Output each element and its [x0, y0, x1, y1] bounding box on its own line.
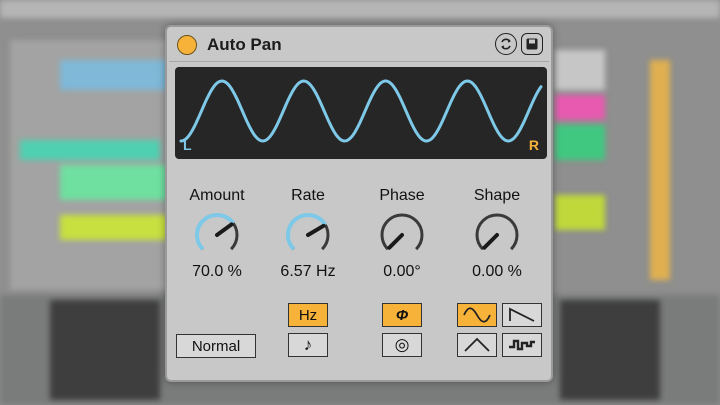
auto-pan-device: Auto Pan L R Amount 70.0 % Rate 6.57 Hz … [165, 25, 553, 382]
knob-pointer [482, 233, 499, 250]
shape-control: Shape 0.00 % [452, 187, 542, 281]
rate-label: Rate [291, 187, 325, 204]
spin-mode-button[interactable]: ◎ [382, 333, 422, 357]
device-title: Auto Pan [207, 35, 282, 54]
triangle-wave-icon [464, 337, 490, 352]
rate-hz-button[interactable]: Hz [288, 303, 328, 327]
knob-value-arc [286, 213, 327, 251]
rate-control: Rate 6.57 Hz [263, 187, 353, 281]
shape-label: Shape [473, 187, 521, 204]
sine-wave-icon [463, 307, 491, 323]
waveform-saw-button[interactable] [502, 303, 542, 327]
waveform-random-button[interactable] [502, 333, 542, 357]
knob-value-arc [195, 213, 235, 251]
save-preset-button[interactable] [521, 33, 543, 55]
knob-pointer [215, 222, 234, 237]
amount-knob[interactable] [191, 209, 243, 261]
rate-sync-button[interactable]: ♪ [288, 333, 328, 357]
mode-normal-button[interactable]: Normal [176, 334, 256, 358]
amount-value[interactable]: 70.0 % [172, 263, 262, 281]
left-channel-label: L [183, 137, 192, 153]
waveform-sine-button[interactable] [457, 303, 497, 327]
rate-knob[interactable] [282, 209, 334, 261]
right-channel-label: R [528, 137, 539, 153]
hot-swap-button[interactable] [495, 33, 517, 55]
shape-knob[interactable] [471, 209, 523, 261]
device-titlebar: Auto Pan [169, 29, 549, 62]
sine-wave-graph [179, 79, 543, 143]
knob-track [380, 213, 424, 251]
shape-value[interactable]: 0.00 % [452, 263, 542, 281]
phase-control: Phase 0.00° [357, 187, 447, 281]
phase-mode-button[interactable]: Φ [382, 303, 422, 327]
knob-pointer [306, 223, 326, 237]
phase-knob[interactable] [376, 209, 428, 261]
knob-pointer [387, 233, 404, 250]
save-icon [526, 38, 538, 50]
phase-value[interactable]: 0.00° [357, 263, 447, 281]
hot-swap-icon [501, 38, 511, 50]
lfo-waveform-display: L R [175, 67, 547, 159]
amount-label: Amount [189, 187, 245, 204]
waveform-triangle-button[interactable] [457, 333, 497, 357]
amount-control: Amount 70.0 % [172, 187, 262, 281]
rate-value[interactable]: 6.57 Hz [263, 263, 353, 281]
saw-down-icon [509, 307, 535, 322]
random-wave-icon [509, 339, 535, 351]
phase-label: Phase [379, 187, 425, 204]
knob-track [475, 213, 519, 251]
device-power-button[interactable] [177, 35, 197, 55]
